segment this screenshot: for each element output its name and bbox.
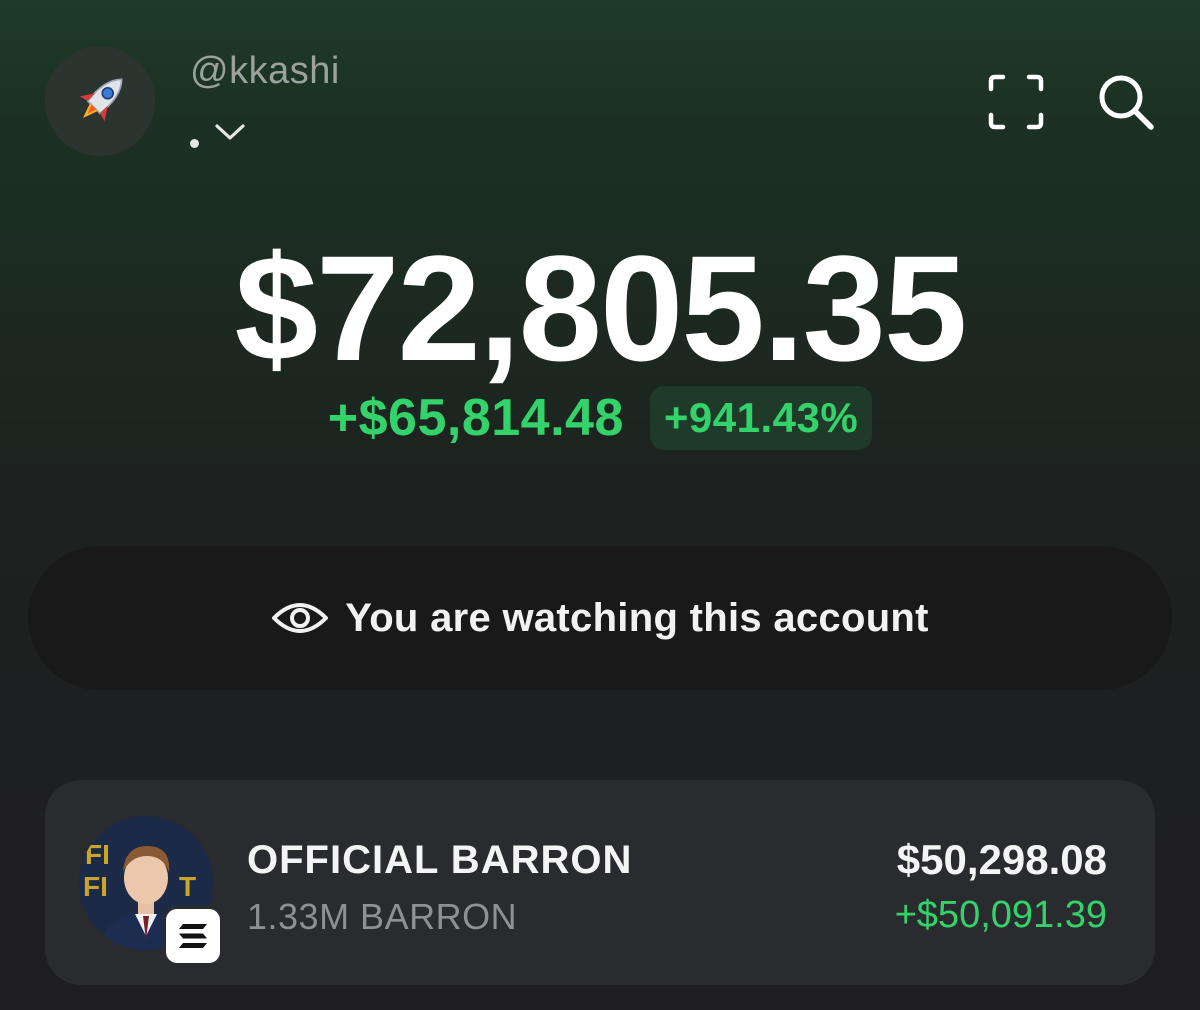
portfolio-change-row: +$65,814.48 +941.43% xyxy=(0,386,1200,450)
svg-text:FI: FI xyxy=(83,871,108,902)
status-dot xyxy=(190,138,199,148)
token-change: +$50,091.39 xyxy=(894,894,1107,936)
svg-text:FI: FI xyxy=(85,839,110,870)
account-switcher[interactable] xyxy=(190,112,250,152)
portfolio-change-amount: +$65,814.48 xyxy=(327,389,624,447)
eye-icon xyxy=(272,603,329,633)
scan-frame-icon xyxy=(988,74,1044,130)
account-username: @kkashi xyxy=(190,50,340,92)
portfolio-change-percent-badge: +941.43% xyxy=(649,386,873,450)
search-icon xyxy=(1099,75,1154,130)
token-name: OFFICIAL BARRON xyxy=(247,838,633,882)
solana-chain-badge xyxy=(163,906,223,966)
profile-avatar[interactable] xyxy=(45,46,155,156)
rocket-icon xyxy=(79,78,123,122)
solana-icon xyxy=(179,924,207,948)
chevron-down-icon xyxy=(215,124,245,140)
token-amount: 1.33M BARRON xyxy=(247,896,518,937)
token-value: $50,298.08 xyxy=(896,836,1107,883)
search-button[interactable] xyxy=(1094,70,1158,134)
svg-text:T: T xyxy=(179,871,196,902)
scan-button[interactable] xyxy=(984,70,1048,134)
token-row[interactable]: FI FI T OFFICIAL BARRON 1.33M BARRON $50… xyxy=(45,780,1155,985)
portfolio-balance: $72,805.35 xyxy=(234,224,968,392)
watching-account-banner: You are watching this account xyxy=(28,546,1172,690)
watching-account-text: You are watching this account xyxy=(345,595,929,640)
